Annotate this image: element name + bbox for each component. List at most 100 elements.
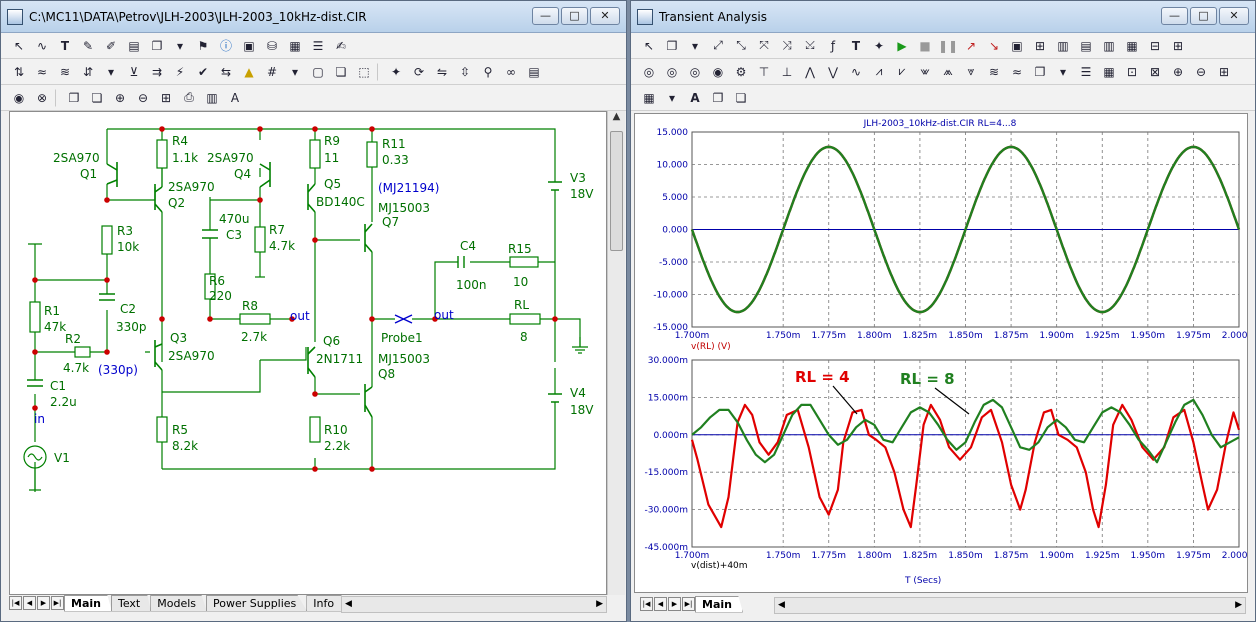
zoom-out-icon[interactable]: ⊖ [133, 88, 153, 108]
info-circle-icon[interactable]: ⓘ [216, 36, 236, 56]
analysis-hscroll[interactable]: ◀ ▶ [774, 597, 1246, 614]
help-icon[interactable]: ▣ [239, 36, 259, 56]
properties-icon[interactable]: ✦ [869, 36, 889, 56]
voltage-icon[interactable]: ⊻ [124, 62, 144, 82]
fit-2-icon[interactable]: ⊠ [1145, 62, 1165, 82]
warning-icon[interactable]: ▲ [239, 62, 259, 82]
maximize-button[interactable]: □ [1190, 7, 1217, 25]
next-peak-icon[interactable]: ⩗ [892, 62, 912, 82]
layout-3-icon[interactable]: ▥ [1099, 36, 1119, 56]
valley-icon[interactable]: ⊥ [777, 62, 797, 82]
minimize-button[interactable]: — [532, 7, 559, 25]
select-region-icon[interactable]: ⬚ [354, 62, 374, 82]
list-icon[interactable]: ☰ [1076, 62, 1096, 82]
fit-icon[interactable]: ⊡ [1122, 62, 1142, 82]
first-page-icon[interactable]: |◀ [640, 597, 653, 611]
grid-text-icon[interactable]: ≋ [55, 62, 75, 82]
function-icon[interactable]: ƒ [823, 36, 843, 56]
edit-icon[interactable]: ✍ [331, 36, 351, 56]
schematic-titlebar[interactable]: C:\MC11\DATA\Petrov\JLH-2003\JLH-2003_10… [1, 1, 626, 33]
global-high-icon[interactable]: ⩕ [938, 62, 958, 82]
scroll-thumb[interactable] [610, 131, 623, 251]
dropdown-icon-3[interactable]: ▾ [285, 62, 305, 82]
peak-icon[interactable]: ⊤ [754, 62, 774, 82]
scale-xy-icon[interactable]: ⤨ [777, 36, 797, 56]
prev-page-icon[interactable]: ◀ [654, 597, 667, 611]
run-icon[interactable]: ▶ [892, 36, 912, 56]
page-icon[interactable]: ▢ [308, 62, 328, 82]
zoom-out-icon[interactable]: ⊖ [1191, 62, 1211, 82]
next-valley-icon[interactable]: ⩖ [915, 62, 935, 82]
text-icon[interactable]: T [55, 36, 75, 56]
last-page-icon[interactable]: ▶| [682, 597, 695, 611]
copy-plot-icon[interactable]: ❐ [1030, 62, 1050, 82]
mirror-icon[interactable]: ⇋ [432, 62, 452, 82]
scroll-up-icon[interactable]: ▲ [608, 111, 625, 129]
scale-icon[interactable]: ⤢ [708, 36, 728, 56]
dropdown-icon-2[interactable]: ▾ [1053, 62, 1073, 82]
dropdown-icon-2[interactable]: ▾ [101, 62, 121, 82]
waveform-2-icon[interactable]: ≈ [1007, 62, 1027, 82]
window-icon[interactable]: ▣ [1007, 36, 1027, 56]
state-icon[interactable]: ✔ [193, 62, 213, 82]
last-page-icon[interactable]: ▶| [51, 596, 64, 610]
settings-icon[interactable]: ⚙ [731, 62, 751, 82]
next-page-icon[interactable]: ▶ [37, 596, 50, 610]
prev-page-icon[interactable]: ◀ [23, 596, 36, 610]
copy-doc-icon[interactable]: ❐ [708, 88, 728, 108]
close-button[interactable]: ✕ [1219, 7, 1249, 25]
grid-icon[interactable]: ▦ [639, 88, 659, 108]
close-button[interactable]: ✕ [590, 7, 620, 25]
paste-doc-icon[interactable]: ❏ [87, 88, 107, 108]
next-page-icon[interactable]: ▶ [668, 597, 681, 611]
low-icon[interactable]: ⋁ [823, 62, 843, 82]
attribute-icon[interactable]: ≈ [32, 62, 52, 82]
node-numbers-icon[interactable]: ⇅ [9, 62, 29, 82]
scroll-right-icon[interactable]: ▶ [596, 597, 603, 612]
component-icon[interactable]: ▤ [124, 36, 144, 56]
back-icon[interactable]: ◉ [9, 88, 29, 108]
layout-5-icon[interactable]: ⊟ [1145, 36, 1165, 56]
zoom-in-icon[interactable]: ⊕ [110, 88, 130, 108]
zoom-circle-4-icon[interactable]: ◉ [708, 62, 728, 82]
tab-main[interactable]: Main [64, 594, 112, 612]
cursor-icon[interactable]: ↗ [961, 36, 981, 56]
copy-doc-icon[interactable]: ❐ [64, 88, 84, 108]
notes-icon[interactable]: ▤ [524, 62, 544, 82]
cursor-2-icon[interactable]: ↘ [984, 36, 1004, 56]
scale-auto-icon[interactable]: ⤩ [800, 36, 820, 56]
dropdown-icon[interactable]: ▾ [170, 36, 190, 56]
condition-icon[interactable]: ⇆ [216, 62, 236, 82]
layout-icon[interactable]: ▥ [202, 88, 222, 108]
stop-icon[interactable]: ■ [915, 36, 935, 56]
window-2-icon[interactable]: ⊞ [1030, 36, 1050, 56]
schematic-vscroll[interactable]: ▲ [607, 111, 625, 595]
network-icon[interactable]: ⛁ [262, 36, 282, 56]
tab-main[interactable]: Main [695, 595, 743, 613]
pencil-icon[interactable]: ✎ [78, 36, 98, 56]
binoculars-icon[interactable]: ∞ [501, 62, 521, 82]
select-arrow-icon[interactable]: ↖ [9, 36, 29, 56]
report-icon[interactable]: ▦ [285, 36, 305, 56]
dropdown-icon[interactable]: ▾ [685, 36, 705, 56]
stop-icon[interactable]: ⊗ [32, 88, 52, 108]
first-page-icon[interactable]: |◀ [9, 596, 22, 610]
scale-x-icon[interactable]: ⤡ [731, 36, 751, 56]
high-icon[interactable]: ⋀ [800, 62, 820, 82]
scroll-left-icon[interactable]: ◀ [778, 598, 785, 613]
scale-y-icon[interactable]: ⤧ [754, 36, 774, 56]
rotate-icon[interactable]: ⟳ [409, 62, 429, 82]
zoom-fit-icon[interactable]: ⊞ [156, 88, 176, 108]
maximize-button[interactable]: □ [561, 7, 588, 25]
plot-area[interactable]: JLH-2003_10kHz-dist.CIR RL=4...8 1.700m 1… [634, 113, 1256, 593]
copy-icon[interactable]: ❐ [662, 36, 682, 56]
zoom-circle-icon[interactable]: ◎ [639, 62, 659, 82]
current-icon[interactable]: ⇉ [147, 62, 167, 82]
scroll-right-icon[interactable]: ▶ [1235, 598, 1242, 613]
tab-models[interactable]: Models [150, 594, 207, 612]
list-icon[interactable]: ☰ [308, 36, 328, 56]
pause-icon[interactable]: ❚❚ [938, 36, 958, 56]
flip-icon[interactable]: ⇳ [455, 62, 475, 82]
tab-text[interactable]: Text [110, 594, 152, 612]
pin-icon[interactable]: ⇵ [78, 62, 98, 82]
